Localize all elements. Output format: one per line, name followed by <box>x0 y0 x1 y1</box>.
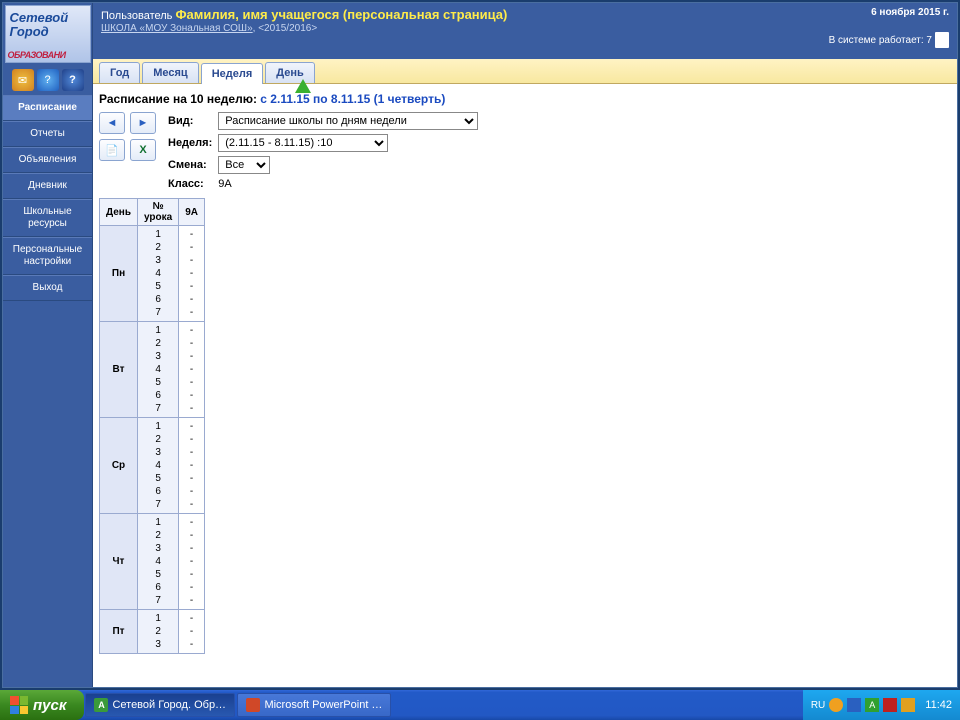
question-icon[interactable]: ? <box>62 69 84 91</box>
school-link[interactable]: ШКОЛА «МОУ Зональная СОШ» <box>101 23 253 34</box>
logo-line2: Город <box>10 24 49 39</box>
day-cell: Ср <box>100 418 138 514</box>
language-indicator[interactable]: RU <box>811 700 825 711</box>
sidebar-icon-row: ✉ ? ? <box>3 65 92 95</box>
taskbar-clock[interactable]: 11:42 <box>925 699 952 711</box>
prev-icon: ◄ <box>107 117 118 129</box>
sidebar-item-announcements[interactable]: Объявления <box>3 147 92 173</box>
print-icon: 📄 <box>105 144 119 157</box>
user-name-highlight: Фамилия, имя учащегося (персональная стр… <box>175 7 507 22</box>
excel-button[interactable]: X <box>130 139 156 161</box>
mail-icon[interactable]: ✉ <box>12 69 34 91</box>
windows-logo-icon <box>10 696 28 714</box>
lesson-numbers: 123 <box>138 610 179 654</box>
main-area: Пользователь Фамилия, имя учащегося (пер… <box>93 3 957 687</box>
shift-select[interactable]: Все <box>218 156 270 174</box>
taskbar: пуск A Сетевой Город. Обр… Microsoft Pow… <box>0 690 960 720</box>
week-label: Неделя: <box>168 137 212 149</box>
taskbar-item-powerpoint[interactable]: Microsoft PowerPoint … <box>237 693 391 717</box>
tray-icon-2[interactable] <box>847 698 861 712</box>
print-button[interactable]: 📄 <box>99 139 125 161</box>
view-select[interactable]: Расписание школы по дням недели <box>218 112 478 130</box>
toolbar-buttons: ◄ ► 📄 X <box>99 112 158 163</box>
lesson-numbers: 1234567 <box>138 226 179 322</box>
school-line: ШКОЛА «МОУ Зональная СОШ», <2015/2016> <box>101 23 829 34</box>
tab-month[interactable]: Месяц <box>142 62 198 83</box>
tray-icon-5[interactable] <box>901 698 915 712</box>
header-date: 6 ноября 2015 г. <box>829 7 949 18</box>
help-icon[interactable]: ? <box>37 69 59 91</box>
prev-button[interactable]: ◄ <box>99 112 125 134</box>
page-title: Расписание на 10 неделю: с 2.11.15 по 8.… <box>99 92 951 106</box>
lesson-numbers: 1234567 <box>138 418 179 514</box>
day-cell: Пн <box>100 226 138 322</box>
tray-icon-4[interactable] <box>883 698 897 712</box>
logo-line3: ОБРАЗОВАНИ <box>8 50 66 60</box>
app-logo: Сетевой Город ОБРАЗОВАНИ <box>5 5 91 63</box>
school-year: , <2015/2016> <box>253 23 318 34</box>
col-lesson: № урока <box>138 199 179 226</box>
table-row: Ср1234567------- <box>100 418 205 514</box>
class-label: Класс: <box>168 178 212 190</box>
content-area: Расписание на 10 неделю: с 2.11.15 по 8.… <box>93 84 957 687</box>
lesson-numbers: 1234567 <box>138 514 179 610</box>
tray-icon-3[interactable]: A <box>865 698 879 712</box>
view-label: Вид: <box>168 115 212 127</box>
user-count-icon <box>935 32 949 48</box>
user-line: Пользователь Фамилия, имя учащегося (пер… <box>101 7 829 22</box>
schedule-table: День № урока 9А Пн1234567-------Вт123456… <box>99 198 205 654</box>
day-cell: Пт <box>100 610 138 654</box>
sidebar-item-logout[interactable]: Выход <box>3 275 92 301</box>
col-class: 9А <box>179 199 205 226</box>
start-button[interactable]: пуск <box>0 690 84 720</box>
taskbar-item-browser[interactable]: A Сетевой Город. Обр… <box>85 693 235 717</box>
sidebar-item-personal-settings[interactable]: Персональные настройки <box>3 237 92 275</box>
class-value: 9А <box>218 178 478 190</box>
sidebar-item-school-resources[interactable]: Школьные ресурсы <box>3 199 92 237</box>
tray-icon-1[interactable] <box>829 698 843 712</box>
filter-form: Вид: Расписание школы по дням недели Нед… <box>168 112 478 190</box>
lesson-values: ------- <box>179 418 205 514</box>
tab-row: Год Месяц Неделя День <box>93 59 957 84</box>
next-button[interactable]: ► <box>130 112 156 134</box>
system-status: В системе работает: 7 <box>829 32 949 48</box>
table-row: Пн1234567------- <box>100 226 205 322</box>
next-icon: ► <box>138 117 149 129</box>
day-cell: Чт <box>100 514 138 610</box>
user-prefix: Пользователь <box>101 10 172 22</box>
lesson-values: --- <box>179 610 205 654</box>
table-row: Пт123--- <box>100 610 205 654</box>
lesson-values: ------- <box>179 514 205 610</box>
table-row: Вт1234567------- <box>100 322 205 418</box>
sidebar-item-diary[interactable]: Дневник <box>3 173 92 199</box>
day-cell: Вт <box>100 322 138 418</box>
lesson-numbers: 1234567 <box>138 322 179 418</box>
lesson-values: ------- <box>179 226 205 322</box>
lesson-values: ------- <box>179 322 205 418</box>
sidebar-item-reports[interactable]: Отчеты <box>3 121 92 147</box>
table-row: Чт1234567------- <box>100 514 205 610</box>
excel-icon: X <box>139 144 146 156</box>
sidebar-item-schedule[interactable]: Расписание <box>3 95 92 121</box>
week-select[interactable]: (2.11.15 - 8.11.15) :10 <box>218 134 388 152</box>
pointer-arrow-icon <box>295 79 311 93</box>
browser-app-icon: A <box>94 698 108 712</box>
logo-line1: Сетевой <box>10 10 69 25</box>
tab-year[interactable]: Год <box>99 62 140 83</box>
system-tray: RU A 11:42 <box>803 690 960 720</box>
powerpoint-app-icon <box>246 698 260 712</box>
shift-label: Смена: <box>168 159 212 171</box>
col-day: День <box>100 199 138 226</box>
sidebar: Сетевой Город ОБРАЗОВАНИ ✉ ? ? Расписани… <box>3 3 93 687</box>
header-bar: Пользователь Фамилия, имя учащегося (пер… <box>93 3 957 59</box>
tab-week[interactable]: Неделя <box>201 63 264 84</box>
